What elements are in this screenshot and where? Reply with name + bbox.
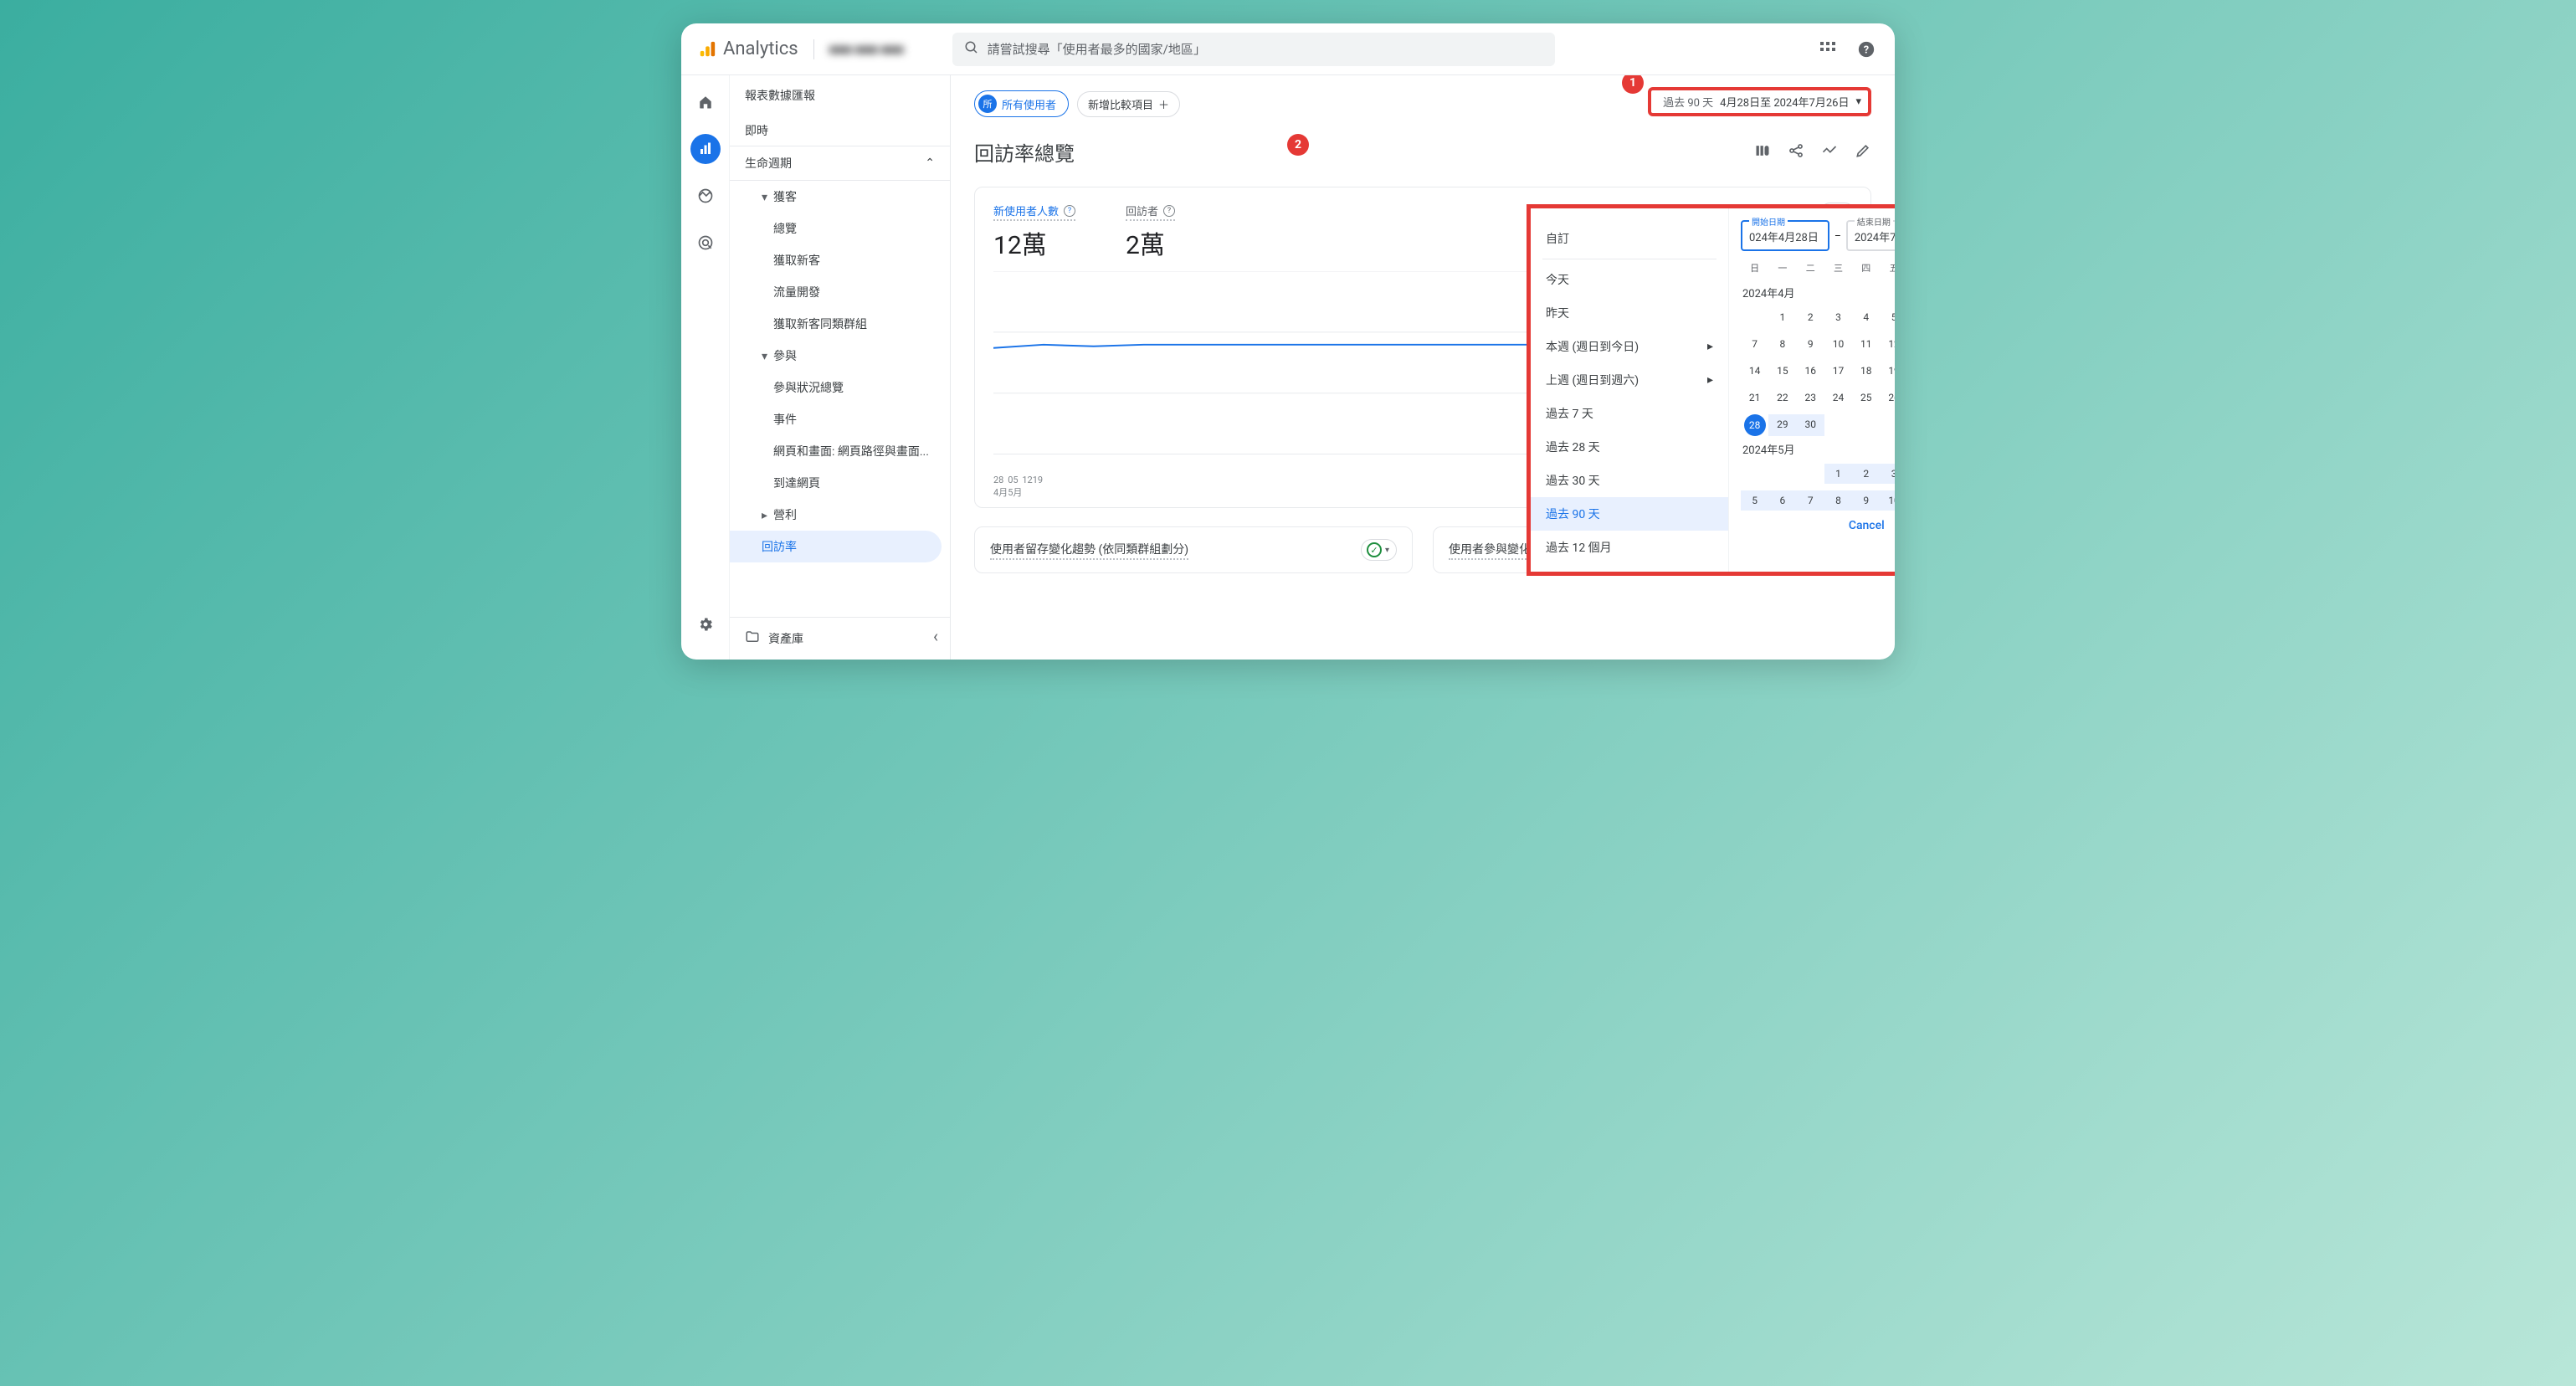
sidebar-item-realtime[interactable]: 即時 (730, 110, 950, 146)
chevron-up-icon: ⌃ (925, 157, 935, 170)
rail-settings-icon[interactable] (690, 609, 721, 639)
sidebar-library[interactable]: 資產庫 (730, 617, 950, 660)
main-content: 1 2 所 所有使用者 新增比較項目 ＋ 過去 90 天 4月28日至 2024… (951, 75, 1895, 660)
preset-last-90[interactable]: 過去 90 天 (1531, 497, 1728, 531)
search-icon (964, 40, 979, 59)
rail-ads-icon[interactable] (690, 228, 721, 258)
date-picker-popup: 自訂 今天 昨天 本週 (週日到今日)▸ 上週 (週日到週六)▸ 過去 7 天 … (1527, 204, 1895, 576)
left-rail (681, 75, 730, 660)
annotation-badge-2: 2 (1287, 134, 1309, 156)
metric-returning[interactable]: 回訪者? 2萬 (1126, 203, 1175, 261)
calendar-grid-may[interactable]: 1234 567891011 (1741, 464, 1895, 511)
sidebar-item-eng-events[interactable]: 事件 (730, 403, 950, 435)
share-icon[interactable] (1788, 141, 1804, 164)
month-label: 2024年4月 (1741, 280, 1895, 307)
dropdown-arrow-icon: ▾ (1385, 546, 1389, 555)
collapse-sidebar-icon[interactable]: ‹ (933, 626, 938, 646)
chevron-right-icon: ▸ (1707, 340, 1713, 353)
account-selector[interactable]: ■■■ ■■■ ■■■ (829, 42, 904, 57)
preset-custom[interactable]: 自訂 (1531, 222, 1728, 255)
check-icon: ✓ (1367, 542, 1382, 557)
add-comparison-button[interactable]: 新增比較項目 ＋ (1077, 91, 1180, 117)
segment-all-users[interactable]: 所 所有使用者 (974, 90, 1069, 117)
sidebar-item-monetization[interactable]: ▸營利 (730, 499, 950, 531)
sidebar-item-acq-user[interactable]: 獲取新客 (730, 244, 950, 276)
preset-last-30[interactable]: 過去 30 天 (1531, 464, 1728, 497)
start-date-field[interactable]: 開始日期 024年4月28日 (1741, 220, 1829, 251)
help-icon[interactable]: ? (1163, 205, 1175, 217)
page-title: 回訪率總覽 (974, 137, 1075, 167)
preset-list: 自訂 今天 昨天 本週 (週日到今日)▸ 上週 (週日到週六)▸ 過去 7 天 … (1531, 208, 1728, 572)
metric-new-users[interactable]: 新使用者人數? 12萬 (993, 203, 1075, 261)
sidebar-item-acq-cohort[interactable]: 獲取新客同類群組 (730, 308, 950, 340)
divider (813, 39, 814, 59)
analytics-icon (698, 40, 716, 59)
rail-home-icon[interactable] (690, 87, 721, 117)
svg-text:?: ? (1864, 44, 1869, 56)
search-container: 請嘗試搜尋「使用者最多的國家/地區」 (952, 33, 1555, 66)
sidebar-group-lifecycle[interactable]: 生命週期 ⌃ (730, 146, 950, 181)
search-placeholder: 請嘗試搜尋「使用者最多的國家/地區」 (988, 40, 1206, 58)
card-status-button[interactable]: ✓ ▾ (1361, 539, 1397, 561)
help-icon[interactable]: ? (1064, 205, 1075, 217)
sidebar-item-acq-traffic[interactable]: 流量開發 (730, 276, 950, 308)
preset-this-week[interactable]: 本週 (週日到今日)▸ (1531, 330, 1728, 363)
folder-icon (745, 629, 760, 648)
compare-icon[interactable] (1754, 141, 1771, 164)
preset-yesterday[interactable]: 昨天 (1531, 296, 1728, 330)
preset-last-week[interactable]: 上週 (週日到週六)▸ (1531, 363, 1728, 397)
preset-last-12m[interactable]: 過去 12 個月 (1531, 531, 1728, 564)
sidebar-item-eng-landing[interactable]: 到達網頁 (730, 467, 950, 499)
sidebar-item-engagement[interactable]: ▾參與 (730, 340, 950, 372)
chevron-right-icon: ▸ (1707, 373, 1713, 387)
help-icon[interactable]: ? (1855, 38, 1878, 61)
top-bar: Analytics ■■■ ■■■ ■■■ 請嘗試搜尋「使用者最多的國家/地區」… (681, 23, 1895, 75)
edit-icon[interactable] (1855, 141, 1871, 164)
sidebar-item-retention[interactable]: 回訪率 (730, 531, 942, 562)
month-label: 2024年5月 (1741, 436, 1895, 464)
plus-icon: ＋ (1158, 96, 1169, 112)
dropdown-arrow-icon: ▾ (1855, 95, 1861, 108)
card-retention-cohort: 使用者留存變化趨勢 (依同類群組劃分) ✓ ▾ (974, 526, 1413, 573)
insights-icon[interactable] (1821, 141, 1838, 164)
sidebar-item-acq-overview[interactable]: 總覽 (730, 213, 950, 244)
weekday-header: 日一二三四五六 (1741, 261, 1895, 275)
search-input[interactable]: 請嘗試搜尋「使用者最多的國家/地區」 (952, 33, 1555, 66)
date-range-selector[interactable]: 過去 90 天 4月28日至 2024年7月26日 ▾ (1648, 87, 1871, 116)
sidebar-item-acquisition[interactable]: ▾獲客 (730, 181, 950, 213)
preset-last-28[interactable]: 過去 28 天 (1531, 430, 1728, 464)
calendar-grid-april[interactable]: 123456 78910111213 14151617181920 212223… (1741, 307, 1895, 436)
sidebar-item-snapshot[interactable]: 報表數據匯報 (730, 75, 950, 110)
apps-icon[interactable] (1816, 38, 1840, 61)
preset-last-7[interactable]: 過去 7 天 (1531, 397, 1728, 430)
reports-sidebar: 報表數據匯報 即時 生命週期 ⌃ ▾獲客 總覽 獲取新客 流量開發 獲取新客同類… (730, 75, 951, 660)
end-date-field[interactable]: 結束日期 2024年7月26 (1846, 220, 1895, 251)
cancel-button[interactable]: Cancel (1849, 519, 1885, 532)
calendar-panel: 開始日期 024年4月28日 – 結束日期 2024年7月26 日一二三四五六 … (1728, 208, 1895, 572)
preset-today[interactable]: 今天 (1531, 263, 1728, 296)
sidebar-item-eng-pages[interactable]: 網頁和畫面: 網頁路徑與畫面... (730, 435, 950, 467)
product-name: Analytics (723, 38, 798, 59)
sidebar-item-eng-overview[interactable]: 參與狀況總覽 (730, 372, 950, 403)
product-logo: Analytics (698, 38, 798, 59)
rail-explore-icon[interactable] (690, 181, 721, 211)
rail-reports-icon[interactable] (690, 134, 721, 164)
